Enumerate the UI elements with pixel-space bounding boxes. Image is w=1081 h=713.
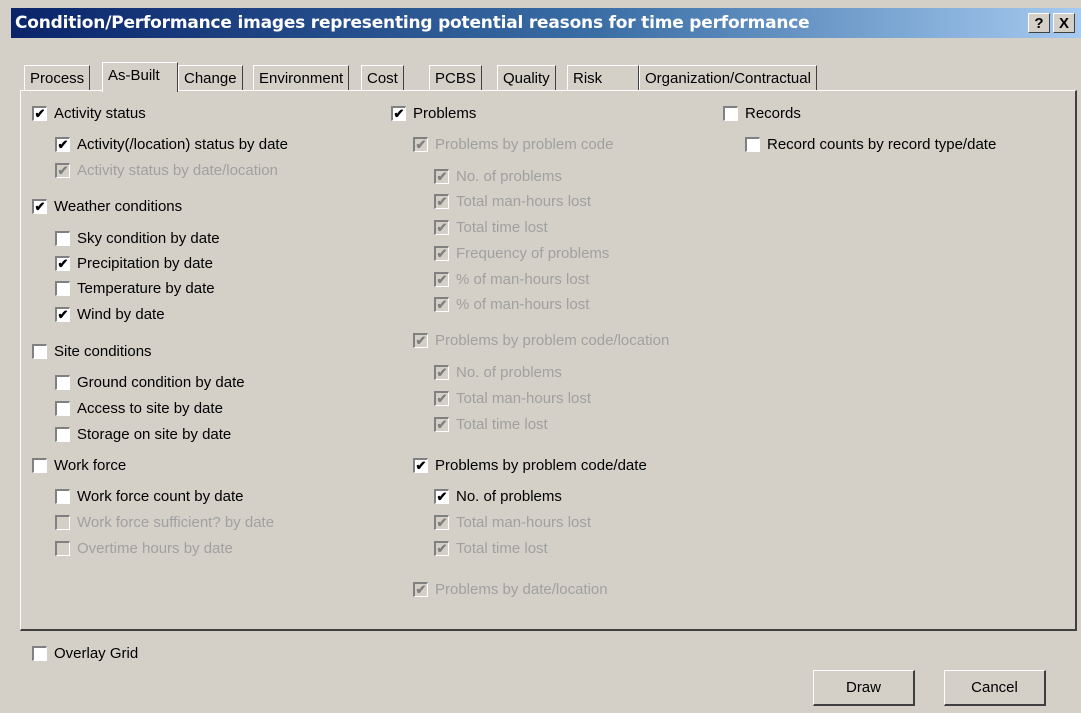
tab-risk[interactable]: Risk xyxy=(567,65,639,90)
checkbox-box[interactable] xyxy=(32,458,47,473)
window-title: Condition/Performance images representin… xyxy=(15,13,810,33)
tab-quality[interactable]: Quality xyxy=(497,65,556,90)
checkbox-box[interactable]: ✔ xyxy=(434,417,449,432)
checkbox-label: Total time lost xyxy=(456,219,548,236)
checkbox-label: Problems by problem code xyxy=(435,136,614,153)
checkbox-box[interactable]: ✔ xyxy=(55,307,70,322)
checkbox-label: Problems by problem code/location xyxy=(435,332,670,349)
checkbox-box[interactable]: ✔ xyxy=(32,106,47,121)
checkbox-label: Total man-hours lost xyxy=(456,193,592,210)
checkbox-box[interactable]: ✔ xyxy=(434,246,449,261)
checkbox-label: No. of problems xyxy=(456,488,562,505)
title-bar[interactable]: Condition/Performance images representin… xyxy=(11,8,1081,38)
checkbox-label: Overlay Grid xyxy=(54,645,139,662)
checkbox-box[interactable] xyxy=(745,137,760,152)
checkbox-box[interactable]: ✔ xyxy=(391,106,406,121)
checkbox-label: Access to site by date xyxy=(77,400,223,417)
checkbox-label: Total time lost xyxy=(456,416,548,433)
checkbox-box[interactable] xyxy=(32,344,47,359)
checkbox-box[interactable] xyxy=(55,427,70,442)
draw-button[interactable]: Draw xyxy=(813,670,915,706)
checkbox-box[interactable]: ✔ xyxy=(32,199,47,214)
checkbox-box[interactable]: ✔ xyxy=(434,391,449,406)
checkbox-label: No. of problems xyxy=(456,168,562,185)
tab-process[interactable]: Process xyxy=(24,65,91,90)
tab-pcbs[interactable]: PCBS xyxy=(429,65,482,90)
tab-change[interactable]: Change xyxy=(178,65,243,90)
checkbox-box[interactable]: ✔ xyxy=(434,365,449,380)
checkbox-box[interactable] xyxy=(55,541,70,556)
checkbox-box[interactable]: ✔ xyxy=(434,541,449,556)
checkbox-box[interactable]: ✔ xyxy=(413,582,428,597)
checkbox-label: Record counts by record type/date xyxy=(767,136,997,153)
checkbox-label: Activity status xyxy=(54,105,146,122)
checkbox-label: Precipitation by date xyxy=(77,255,213,272)
checkbox-box[interactable] xyxy=(55,515,70,530)
checkbox-box[interactable]: ✔ xyxy=(434,515,449,530)
checkbox-label: Work force count by date xyxy=(77,488,244,505)
checkbox-box[interactable]: ✔ xyxy=(434,194,449,209)
checkbox-label: Weather conditions xyxy=(54,198,183,215)
checkbox-label: No. of problems xyxy=(456,364,562,381)
tab-as-built[interactable]: As-Built xyxy=(102,62,178,92)
checkbox-box[interactable] xyxy=(55,281,70,296)
tab-organization-contractual[interactable]: Organization/Contractual xyxy=(639,65,817,90)
checkbox-label: Problems by date/location xyxy=(435,581,608,598)
checkbox-box[interactable]: ✔ xyxy=(55,256,70,271)
checkbox-box[interactable] xyxy=(55,489,70,504)
checkbox-label: Activity status by date/location xyxy=(77,162,278,179)
checkbox-label: % of man-hours lost xyxy=(456,271,590,288)
checkbox-box[interactable] xyxy=(723,106,738,121)
checkbox-box[interactable] xyxy=(55,375,70,390)
checkbox-label: Overtime hours by date xyxy=(77,540,233,557)
checkbox-box[interactable] xyxy=(32,646,47,661)
checkbox-box[interactable]: ✔ xyxy=(434,220,449,235)
tab-environment[interactable]: Environment xyxy=(253,65,350,90)
checkbox-label: Storage on site by date xyxy=(77,426,232,443)
checkbox-label: Site conditions xyxy=(54,343,152,360)
checkbox-label: Total man-hours lost xyxy=(456,514,592,531)
tab-cost[interactable]: Cost xyxy=(361,65,404,90)
checkbox-label: Work force xyxy=(54,457,127,474)
checkbox-label: Wind by date xyxy=(77,306,165,323)
checkbox-box[interactable] xyxy=(55,401,70,416)
checkbox-box[interactable]: ✔ xyxy=(413,137,428,152)
checkbox-label: Work force sufficient? by date xyxy=(77,514,275,531)
checkbox-box[interactable]: ✔ xyxy=(413,458,428,473)
cancel-button[interactable]: Cancel xyxy=(944,670,1046,706)
help-icon[interactable]: ? xyxy=(1028,13,1050,33)
checkbox-box[interactable]: ✔ xyxy=(55,137,70,152)
close-icon[interactable]: X xyxy=(1053,13,1075,33)
checkbox-label: Total time lost xyxy=(456,540,548,557)
checkbox-label: Ground condition by date xyxy=(77,374,245,391)
checkbox-label: Temperature by date xyxy=(77,280,215,297)
checkbox-label: Problems xyxy=(413,105,477,122)
checkbox-label: % of man-hours lost xyxy=(456,296,590,313)
checkbox-box[interactable]: ✔ xyxy=(434,272,449,287)
checkbox-box[interactable]: ✔ xyxy=(413,333,428,348)
checkbox-label: Problems by problem code/date xyxy=(435,457,647,474)
checkbox-label: Sky condition by date xyxy=(77,230,220,247)
checkbox-label: Activity(/location) status by date xyxy=(77,136,288,153)
checkbox-box[interactable]: ✔ xyxy=(434,297,449,312)
dialog-window: Condition/Performance images representin… xyxy=(0,0,1081,713)
checkbox-label: Total man-hours lost xyxy=(456,390,592,407)
checkbox-label: Frequency of problems xyxy=(456,245,610,262)
checkbox-box[interactable]: ✔ xyxy=(55,163,70,178)
checkbox-label: Records xyxy=(745,105,801,122)
checkbox-box[interactable]: ✔ xyxy=(434,489,449,504)
checkbox-box[interactable]: ✔ xyxy=(434,169,449,184)
checkbox-box[interactable] xyxy=(55,231,70,246)
